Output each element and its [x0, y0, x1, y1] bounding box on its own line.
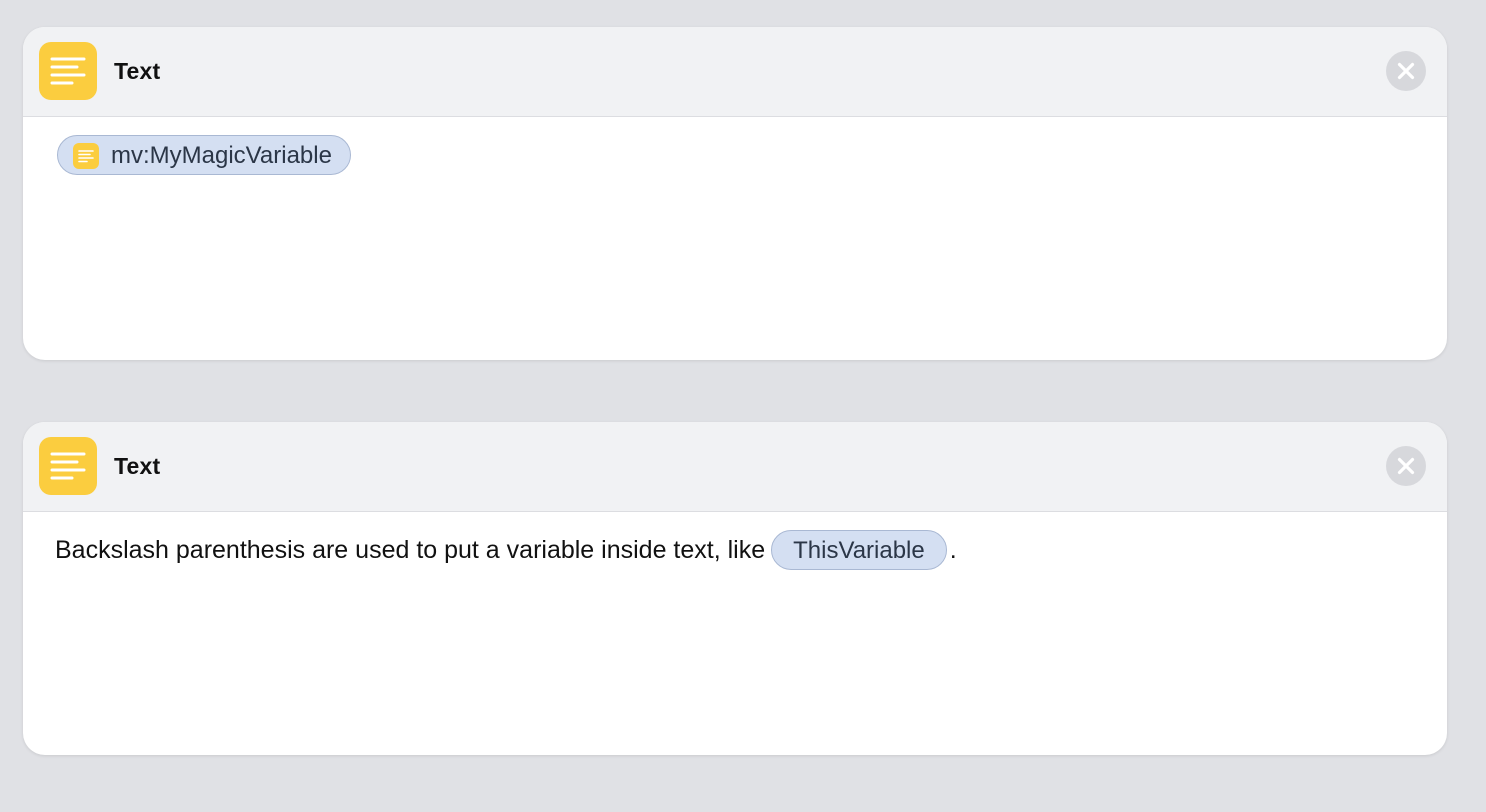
text-lines-icon [73, 143, 99, 169]
close-icon [1397, 457, 1415, 475]
close-button[interactable] [1386, 446, 1426, 486]
card-title: Text [114, 453, 161, 479]
card-header: Text [23, 27, 1447, 117]
variable-token[interactable]: ThisVariable [771, 530, 947, 571]
text-lines-icon [39, 437, 97, 495]
text-action-card[interactable]: Text mv:MyMagicVariable [23, 27, 1447, 360]
card-title: Text [114, 58, 161, 84]
token-label: mv:MyMagicVariable [111, 142, 332, 169]
card-header: Text [23, 422, 1447, 512]
text-content-end: . [949, 536, 957, 564]
magic-variable-token[interactable]: mv:MyMagicVariable [57, 135, 351, 175]
close-icon [1397, 62, 1415, 80]
text-action-card[interactable]: Text Backslash parenthesis are used to p… [23, 422, 1447, 755]
text-field[interactable]: Backslash parenthesis are used to put a … [55, 530, 957, 571]
text-content: Backslash parenthesis are used to put a … [55, 536, 766, 564]
text-lines-icon [39, 42, 97, 100]
close-button[interactable] [1386, 51, 1426, 91]
